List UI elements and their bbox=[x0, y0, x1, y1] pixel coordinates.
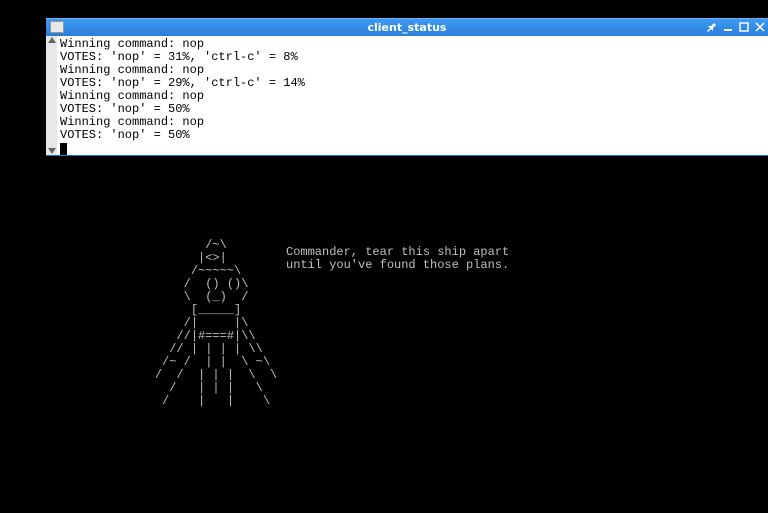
terminal-text[interactable]: Winning command: nop VOTES: 'nop' = 31%,… bbox=[57, 36, 768, 155]
window-title: client_status bbox=[368, 21, 447, 34]
window-controls bbox=[706, 21, 766, 33]
terminal-line: Winning command: nop bbox=[60, 115, 204, 129]
terminal-line: VOTES: 'nop' = 50% bbox=[60, 128, 190, 142]
terminal-scrollbar[interactable] bbox=[46, 36, 57, 155]
terminal-line: Winning command: nop bbox=[60, 37, 204, 51]
terminal-line: Winning command: nop bbox=[60, 89, 204, 103]
scroll-down-icon[interactable] bbox=[48, 148, 56, 154]
terminal-output-pane: Winning command: nop VOTES: 'nop' = 31%,… bbox=[46, 36, 768, 156]
ascii-animation-pane[interactable]: /~\ |<>| /~~~~~\ / () ()\ \ (_) / [_____… bbox=[46, 156, 768, 513]
terminal-line: Winning command: nop bbox=[60, 63, 204, 77]
ascii-art-figure: /~\ |<>| /~~~~~\ / () ()\ \ (_) / [_____… bbox=[155, 239, 277, 408]
minimize-icon[interactable] bbox=[722, 21, 734, 33]
maximize-icon[interactable] bbox=[738, 21, 750, 33]
terminal-line: VOTES: 'nop' = 50% bbox=[60, 102, 190, 116]
pin-icon[interactable] bbox=[706, 21, 718, 33]
terminal-line: VOTES: 'nop' = 31%, 'ctrl-c' = 8% bbox=[60, 50, 298, 64]
terminal-window: client_status Winning command: nop VOTES… bbox=[46, 18, 768, 513]
app-icon bbox=[50, 21, 64, 33]
scroll-up-icon[interactable] bbox=[48, 37, 56, 43]
dialogue-line: Commander, tear this ship apart bbox=[286, 245, 509, 259]
dialogue-line: until you've found those plans. bbox=[286, 258, 509, 272]
terminal-cursor bbox=[60, 143, 67, 155]
ascii-dialogue: Commander, tear this ship apart until yo… bbox=[286, 246, 509, 272]
close-icon[interactable] bbox=[754, 21, 766, 33]
terminal-line: VOTES: 'nop' = 29%, 'ctrl-c' = 14% bbox=[60, 76, 305, 90]
window-titlebar[interactable]: client_status bbox=[46, 18, 768, 36]
